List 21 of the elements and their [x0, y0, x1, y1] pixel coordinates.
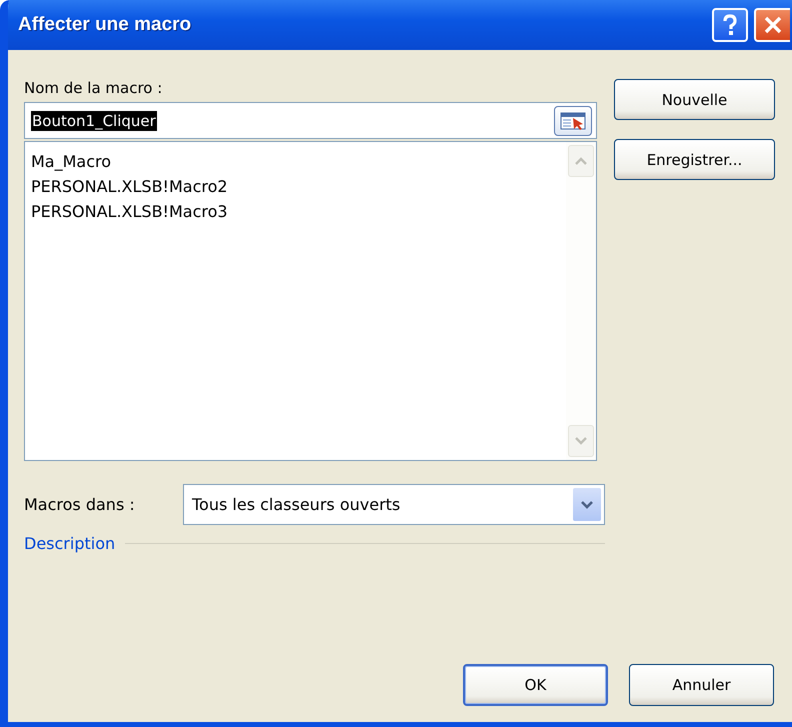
close-icon [763, 15, 783, 35]
macros-in-label: Macros dans : [24, 495, 136, 514]
dialog-button[interactable]: Annuler [629, 664, 774, 706]
collapse-dialog-button[interactable] [554, 106, 592, 136]
dialog-button[interactable]: OK [463, 664, 608, 706]
range-select-icon [559, 110, 587, 132]
macros-in-dropdown[interactable]: Tous les classeurs ouverts [183, 484, 605, 525]
window-title: Affecter une macro [18, 14, 192, 36]
close-button[interactable] [754, 8, 790, 42]
help-button[interactable] [712, 8, 748, 42]
macro-list-item[interactable]: PERSONAL.XLSB!Macro2 [31, 174, 560, 199]
description-heading: Description [24, 534, 116, 553]
macro-name-field[interactable]: Bouton1_Cliquer [24, 102, 597, 139]
macro-list-item[interactable]: PERSONAL.XLSB!Macro3 [31, 199, 560, 224]
macro-list-item[interactable]: Ma_Macro [31, 149, 560, 174]
chevron-up-icon [574, 156, 588, 166]
chevron-down-icon [574, 436, 588, 446]
macro-name-label: Nom de la macro : [24, 79, 164, 99]
dialog-button[interactable]: Nouvelle [614, 79, 775, 120]
dialog-button[interactable]: Enregistrer... [614, 139, 775, 180]
field-value: Bouton1_Cliquer [31, 110, 157, 130]
